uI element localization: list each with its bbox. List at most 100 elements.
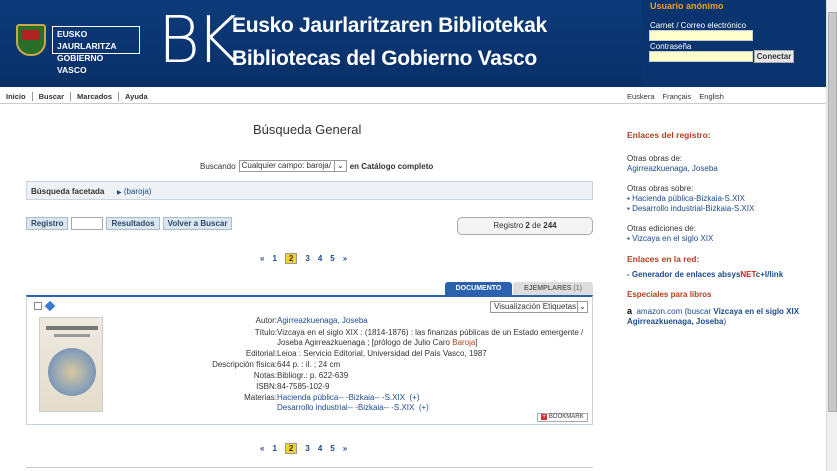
- facet-link-text: (baroja): [123, 187, 152, 196]
- sidebar-heading-registro: Enlaces del registro:: [627, 130, 711, 140]
- top-nav: Inicio Buscar Marcados Ayuda Euskera Fra…: [0, 87, 826, 104]
- record-counter: Registro 2 de 244: [457, 217, 593, 235]
- link-generator-prefix: - Generador de enlaces absys: [627, 270, 741, 279]
- government-logo[interactable]: EUSKO JAURLARITZA GOBIERNO VASCO: [14, 22, 140, 75]
- password-input[interactable]: [649, 51, 753, 62]
- chevron-down-icon: ⌄: [333, 161, 344, 171]
- record-number-input[interactable]: [71, 217, 104, 230]
- amazon-prefix: amazon.com (buscar: [636, 307, 714, 316]
- display-format-select[interactable]: Visualización Etiquetas ⌄: [490, 301, 588, 313]
- logo-text: EUSKO JAURLARITZA GOBIERNO VASCO: [52, 26, 140, 75]
- field-value-descripcion: 644 p. : il. ; 24 cm: [277, 360, 341, 369]
- vertical-scrollbar[interactable]: [826, 0, 837, 471]
- searching-label: Buscando: [200, 161, 236, 171]
- pager-next[interactable]: »: [343, 444, 347, 453]
- field-label-isbn: ISBN:: [256, 382, 277, 391]
- subject-expand-hacienda[interactable]: (+): [410, 393, 420, 402]
- tab-documento[interactable]: DOCUMENTO: [445, 282, 512, 295]
- about-link-hacienda-text: Hacienda pública-Bizkaia-S.XIX: [632, 194, 746, 203]
- card-label: Carnet / Correo electrónico: [650, 21, 747, 30]
- bk-logo[interactable]: BK: [158, 9, 238, 73]
- amazon-icon: a: [627, 306, 633, 316]
- tab-ejemplares[interactable]: EJEMPLARES (1): [513, 282, 593, 295]
- pager-page-3[interactable]: 3: [305, 444, 309, 453]
- resultados-button[interactable]: Resultados: [106, 217, 160, 230]
- logo-line-1: EUSKO JAURLARITZA: [57, 29, 117, 51]
- pager-page-4[interactable]: 4: [318, 444, 322, 453]
- login-panel: Usuario anónimo Carnet / Correo electrón…: [642, 0, 826, 87]
- link-generator[interactable]: - Generador de enlaces absysNETc+I/link: [627, 270, 822, 280]
- other-works-by-label: Otras obras de:: [627, 154, 683, 163]
- search-field-select[interactable]: Cualquier campo: baroja/⌄: [238, 160, 347, 172]
- pager-page-5[interactable]: 5: [330, 444, 334, 453]
- nav-marcados[interactable]: Marcados: [71, 92, 120, 101]
- pager-page-5[interactable]: 5: [330, 254, 334, 263]
- edition-link[interactable]: ▪ Vizcaya en el siglo XIX: [627, 234, 822, 244]
- about-link-desarrollo-text: Desarrollo industrial-Bizkaia-S.XIX: [632, 204, 755, 213]
- page-title: Búsqueda General: [253, 122, 362, 137]
- amazon-link[interactable]: a amazon.com (buscar Vizcaya en el siglo…: [627, 306, 822, 327]
- pager-prev[interactable]: «: [260, 444, 264, 453]
- lang-english[interactable]: English: [699, 92, 724, 101]
- pager-page-3[interactable]: 3: [305, 254, 309, 263]
- card-email-input[interactable]: [649, 30, 753, 41]
- book-format-icon: [44, 300, 56, 312]
- edition-link-text: Vizcaya en el siglo XIX: [632, 234, 714, 243]
- pager-prev[interactable]: «: [260, 254, 264, 263]
- counter-of: de: [532, 221, 542, 230]
- search-summary: Buscando Cualquier campo: baroja/⌄ en Ca…: [200, 160, 433, 172]
- sidebar-heading-libros: Especiales para libros: [627, 290, 712, 299]
- lang-francais[interactable]: Français: [663, 92, 692, 101]
- coat-of-arms-icon: [16, 24, 46, 56]
- book-cover-image[interactable]: [39, 317, 103, 412]
- subject-expand-desarrollo[interactable]: (+): [419, 403, 429, 412]
- field-label-descripcion: Descripción física:: [212, 360, 277, 369]
- title-end: ]: [475, 338, 478, 347]
- nav-ayuda[interactable]: Ayuda: [119, 92, 154, 101]
- record-tabs: DOCUMENTO EJEMPLARES (1): [445, 282, 593, 295]
- faceted-search-label: Búsqueda facetada: [31, 187, 105, 196]
- field-label-autor: Autor:: [255, 316, 277, 325]
- pager-page-current: 2: [284, 443, 298, 454]
- pager-page-1[interactable]: 1: [272, 254, 276, 263]
- field-value-materias: Hacienda pública-- -Bizkaia-- -S.XIX (+)…: [277, 393, 587, 413]
- lang-euskera[interactable]: Euskera: [627, 92, 655, 101]
- field-value-titulo: Vizcaya en el siglo XIX : (1814-1876) : …: [277, 328, 587, 348]
- tab-ejemplares-label: EJEMPLARES: [524, 285, 572, 292]
- facet-baroja-link[interactable]: ▶ (baroja): [117, 187, 151, 196]
- pager-next[interactable]: »: [343, 254, 347, 263]
- scrollbar-thumb[interactable]: [828, 12, 837, 412]
- nav-buscar[interactable]: Buscar: [33, 92, 72, 101]
- search-field-value: Cualquier campo: baroja/: [241, 161, 331, 170]
- volver-button[interactable]: Volver a Buscar: [162, 217, 233, 230]
- cover-map-illustration: [48, 348, 96, 396]
- link-generator-suffix: c+I/link: [755, 270, 784, 279]
- bookmark-button[interactable]: BOOKMARK: [537, 413, 588, 422]
- registro-button[interactable]: Registro: [26, 217, 69, 230]
- record-panel: Visualización Etiquetas ⌄ Autor: Agirreaz…: [26, 295, 593, 425]
- logo-line-2: GOBIERNO VASCO: [57, 53, 104, 75]
- title-text: Vizcaya en el siglo XIX : (1814-1876) : …: [277, 328, 584, 347]
- field-label-materias: Materias:: [244, 393, 277, 402]
- subject-link-desarrollo[interactable]: Desarrollo industrial-- -Bizkaia-- -S.XI…: [277, 403, 414, 412]
- pager-page-4[interactable]: 4: [318, 254, 322, 263]
- nav-inicio[interactable]: Inicio: [6, 92, 33, 101]
- pager-top: « 1 2 3 4 5 »: [260, 253, 347, 264]
- other-works-by-link[interactable]: Agirreazkuenaga, Joseba: [627, 164, 822, 174]
- about-link-desarrollo[interactable]: ▪ Desarrollo industrial-Bizkaia-S.XIX: [627, 204, 822, 214]
- field-label-notas: Notas:: [253, 371, 277, 380]
- site-title-basque: Eusko Jaurlaritzaren Bibliotekak: [232, 14, 547, 37]
- other-works-about-label: Otras obras sobre:: [627, 184, 694, 193]
- header: EUSKO JAURLARITZA GOBIERNO VASCO BK Eusk…: [0, 0, 826, 87]
- connect-button[interactable]: Conectar: [754, 50, 794, 63]
- tab-ejemplares-count: (1): [573, 285, 582, 292]
- pager-page-1[interactable]: 1: [272, 444, 276, 453]
- subject-link-hacienda[interactable]: Hacienda pública-- -Bizkaia-- -S.XIX: [277, 393, 405, 402]
- record-nav-buttons: Registro Resultados Volver a Buscar: [26, 217, 233, 230]
- select-record-checkbox[interactable]: [34, 302, 42, 310]
- site-title-spanish: Bibliotecas del Gobierno Vasco: [232, 47, 537, 70]
- author-link[interactable]: Agirreazkuenaga, Joseba: [277, 316, 587, 326]
- field-label-titulo: Título:: [254, 328, 277, 337]
- about-link-hacienda[interactable]: ▪ Hacienda pública-Bizkaia-S.XIX: [627, 194, 822, 204]
- other-editions-label: Otras ediciones de:: [627, 224, 696, 233]
